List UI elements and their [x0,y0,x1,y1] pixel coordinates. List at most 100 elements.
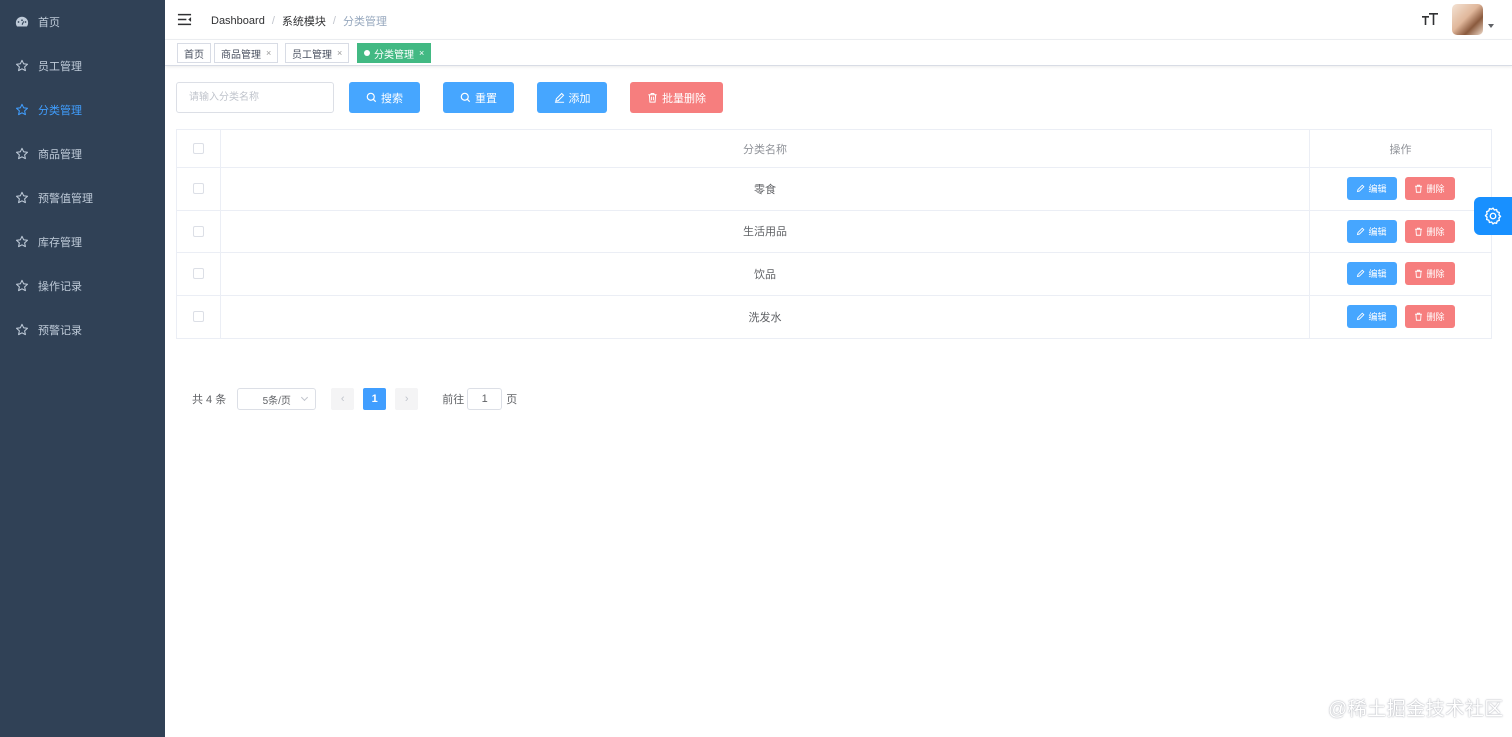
star-icon [15,279,29,293]
star-icon [15,59,29,73]
sidebar-item-products[interactable]: 商品管理 [0,132,165,176]
edit-button-label: 编辑 [1368,226,1387,237]
dashboard-icon [15,15,29,29]
close-icon[interactable]: × [419,48,424,58]
delete-button[interactable]: 删除 [1404,305,1455,329]
edit-icon [554,92,564,103]
star-icon [15,235,29,249]
hamburger-icon[interactable] [177,12,192,27]
tag-categories[interactable]: 分类管理 × [357,43,432,63]
pagination: 共 4 条 5条/页 ‹ 1 › 前往 页 [192,388,517,410]
breadcrumb-separator: / [271,15,275,27]
breadcrumb-separator: / [332,15,336,27]
edit-button-label: 编辑 [1368,312,1387,323]
table-header: 分类名称 操作 [177,130,1491,168]
star-icon [15,191,29,205]
gear-icon [1484,207,1502,225]
edit-button[interactable]: 编辑 [1346,262,1397,286]
star-icon [15,323,29,337]
reset-button[interactable]: 重置 [443,82,514,113]
delete-button-label: 删除 [1426,312,1445,323]
delete-button[interactable]: 删除 [1404,177,1455,201]
prev-page-button[interactable]: ‹ [331,388,355,410]
sidebar-item-label: 操作记录 [38,281,82,293]
reset-button-label: 重置 [475,92,497,105]
sidebar-item-label: 员工管理 [38,61,82,73]
table-row: 零食 编辑 删除 [177,168,1491,211]
search-button-label: 搜索 [381,92,403,105]
add-button-label: 添加 [568,92,591,105]
edit-icon [1357,269,1365,278]
category-table: 分类名称 操作 零食 编辑 删除 生活用品 编辑 删除 饮品 编辑 删除 洗发水… [176,129,1492,339]
trash-icon [1415,185,1423,193]
jump-suffix: 页 [506,394,518,406]
batch-delete-button[interactable]: 批量删除 [630,82,723,113]
sidebar-item-label: 首页 [38,17,60,29]
delete-button[interactable]: 删除 [1404,219,1455,243]
sidebar-item-employees[interactable]: 员工管理 [0,44,165,88]
edit-button[interactable]: 编辑 [1346,305,1397,329]
sidebar-item-label: 预警值管理 [38,193,93,205]
row-checkbox[interactable] [193,183,204,195]
header-checkbox-cell [177,130,221,167]
edit-button[interactable]: 编辑 [1346,219,1397,243]
tag-products[interactable]: 商品管理 × [214,43,279,63]
sidebar-item-label: 预警记录 [38,325,82,337]
tag-label: 员工管理 [292,49,332,61]
active-dot-icon [364,50,370,56]
sidebar-item-alert-thresholds[interactable]: 预警值管理 [0,176,165,220]
trash-icon [648,92,657,103]
sidebar-item-alert-logs[interactable]: 预警记录 [0,308,165,352]
row-checkbox-cell [177,210,221,252]
sidebar-item-operation-logs[interactable]: 操作记录 [0,264,165,308]
breadcrumb: Dashboard / 系统模块 / 分类管理 [211,13,387,29]
table-row: 饮品 编辑 删除 [177,253,1491,296]
category-search-input[interactable] [176,82,334,113]
batch-delete-button-label: 批量删除 [662,92,706,105]
sidebar-item-home[interactable]: 首页 [0,0,165,44]
breadcrumb-item-current: 分类管理 [342,16,387,28]
tag-label: 首页 [184,49,204,61]
avatar[interactable] [1452,4,1483,35]
search-icon [460,92,471,103]
star-icon [15,103,29,117]
close-icon[interactable]: × [266,48,271,58]
pagination-total: 共 4 条 [192,394,227,406]
page-jump-input[interactable] [467,388,503,410]
search-button[interactable]: 搜索 [349,82,420,113]
tag-employees[interactable]: 员工管理 × [285,43,350,63]
caret-down-icon[interactable] [1488,24,1494,28]
page-number-current[interactable]: 1 [363,388,387,410]
font-size-icon[interactable] [1421,10,1439,28]
row-checkbox[interactable] [193,225,204,237]
sidebar-item-label: 分类管理 [38,105,82,117]
row-actions: 编辑 删除 [1310,211,1491,253]
next-page-button[interactable]: › [395,388,419,410]
page-size-select[interactable]: 5条/页 [237,388,317,410]
edit-button-label: 编辑 [1368,184,1387,195]
tag-home[interactable]: 首页 [177,43,211,63]
sidebar-item-inventory[interactable]: 库存管理 [0,220,165,264]
delete-button[interactable]: 删除 [1404,262,1455,286]
sidebar: 首页 员工管理 分类管理 商品管理 预警值管理 库存管理 操作记录 预警记录 [0,0,165,737]
tag-label: 分类管理 [374,49,414,61]
row-actions: 编辑 删除 [1310,296,1491,339]
add-button[interactable]: 添加 [537,82,607,113]
row-checkbox[interactable] [193,268,204,280]
row-checkbox-cell [177,295,221,338]
row-category-name: 饮品 [221,253,1310,295]
sidebar-item-categories[interactable]: 分类管理 [0,88,165,132]
row-checkbox[interactable] [193,311,204,323]
settings-button[interactable] [1474,197,1512,235]
row-category-name: 生活用品 [221,210,1310,252]
trash-icon [1415,227,1423,236]
delete-button-label: 删除 [1426,226,1445,237]
edit-button[interactable]: 编辑 [1346,177,1397,201]
row-checkbox-cell [177,253,221,295]
breadcrumb-item-system[interactable]: 系统模块 [282,13,326,29]
table-row: 生活用品 编辑 删除 [177,210,1491,253]
row-checkbox-cell [177,168,221,210]
close-icon[interactable]: × [337,48,342,58]
breadcrumb-item-dashboard[interactable]: Dashboard [211,15,265,27]
select-all-checkbox[interactable] [193,143,204,154]
